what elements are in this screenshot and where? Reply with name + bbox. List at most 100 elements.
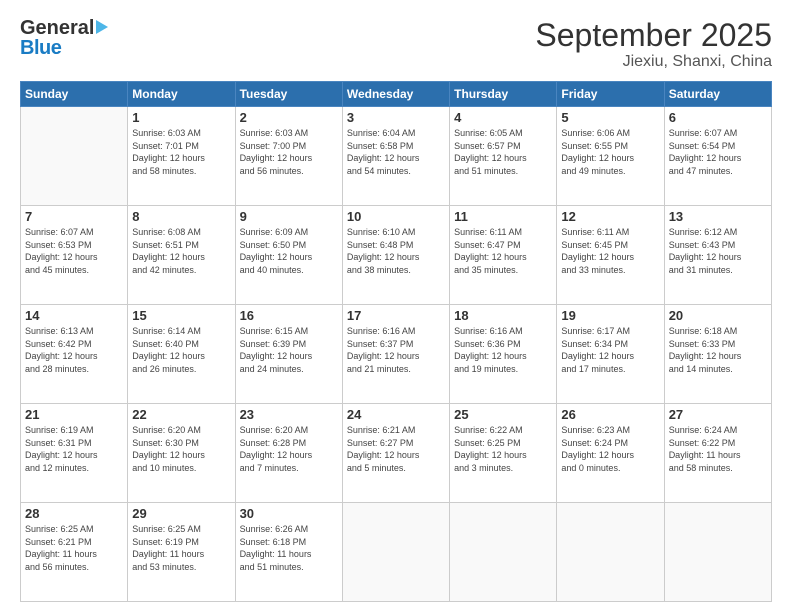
day-info: Sunrise: 6:03 AM Sunset: 7:00 PM Dayligh… (240, 127, 338, 177)
table-row (450, 503, 557, 602)
table-row: 10 Sunrise: 6:10 AM Sunset: 6:48 PM Dayli… (342, 206, 449, 305)
page: General Blue September 2025 Jiexiu, Shan… (0, 0, 792, 612)
logo-blue-text: Blue (20, 38, 114, 58)
day-number: 1 (132, 110, 230, 125)
col-monday: Monday (128, 82, 235, 107)
day-info: Sunrise: 6:03 AM Sunset: 7:01 PM Dayligh… (132, 127, 230, 177)
table-row: 7 Sunrise: 6:07 AM Sunset: 6:53 PM Daylig… (21, 206, 128, 305)
day-number: 8 (132, 209, 230, 224)
calendar-title: September 2025 (535, 18, 772, 53)
day-info: Sunrise: 6:19 AM Sunset: 6:31 PM Dayligh… (25, 424, 123, 474)
day-info: Sunrise: 6:09 AM Sunset: 6:50 PM Dayligh… (240, 226, 338, 276)
day-number: 21 (25, 407, 123, 422)
day-number: 12 (561, 209, 659, 224)
table-row: 14Sunrise: 6:13 AM Sunset: 6:42 PM Dayli… (21, 305, 128, 404)
day-info: Sunrise: 6:23 AM Sunset: 6:24 PM Dayligh… (561, 424, 659, 474)
day-number: 19 (561, 308, 659, 323)
table-row: 8 Sunrise: 6:08 AM Sunset: 6:51 PM Daylig… (128, 206, 235, 305)
title-area: September 2025 Jiexiu, Shanxi, China (535, 18, 772, 71)
day-info: Sunrise: 6:26 AM Sunset: 6:18 PM Dayligh… (240, 523, 338, 573)
day-number: 6 (669, 110, 767, 125)
logo: General Blue (20, 18, 114, 58)
day-info: Sunrise: 6:15 AM Sunset: 6:39 PM Dayligh… (240, 325, 338, 375)
table-row: 30 Sunrise: 6:26 AM Sunset: 6:18 PM Dayli… (235, 503, 342, 602)
day-number: 28 (25, 506, 123, 521)
day-number: 11 (454, 209, 552, 224)
table-row: 18 Sunrise: 6:16 AM Sunset: 6:36 PM Dayli… (450, 305, 557, 404)
day-number: 5 (561, 110, 659, 125)
table-row: 6 Sunrise: 6:07 AM Sunset: 6:54 PM Daylig… (664, 107, 771, 206)
table-row: 1 Sunrise: 6:03 AM Sunset: 7:01 PM Daylig… (128, 107, 235, 206)
table-row: 16 Sunrise: 6:15 AM Sunset: 6:39 PM Dayli… (235, 305, 342, 404)
day-info: Sunrise: 6:12 AM Sunset: 6:43 PM Dayligh… (669, 226, 767, 276)
day-info: Sunrise: 6:17 AM Sunset: 6:34 PM Dayligh… (561, 325, 659, 375)
table-row: 15Sunrise: 6:14 AM Sunset: 6:40 PM Dayli… (128, 305, 235, 404)
table-row: 23 Sunrise: 6:20 AM Sunset: 6:28 PM Dayli… (235, 404, 342, 503)
logo-arrow-icon (96, 20, 114, 34)
table-row: 19 Sunrise: 6:17 AM Sunset: 6:34 PM Dayli… (557, 305, 664, 404)
day-info: Sunrise: 6:08 AM Sunset: 6:51 PM Dayligh… (132, 226, 230, 276)
day-info: Sunrise: 6:05 AM Sunset: 6:57 PM Dayligh… (454, 127, 552, 177)
day-number: 2 (240, 110, 338, 125)
table-row (664, 503, 771, 602)
table-row: 17Sunrise: 6:16 AM Sunset: 6:37 PM Dayli… (342, 305, 449, 404)
calendar-subtitle: Jiexiu, Shanxi, China (535, 53, 772, 71)
day-number: 16 (240, 308, 338, 323)
day-number: 10 (347, 209, 445, 224)
day-number: 26 (561, 407, 659, 422)
table-row: 21 Sunrise: 6:19 AM Sunset: 6:31 PM Dayli… (21, 404, 128, 503)
day-number: 24 (347, 407, 445, 422)
day-number: 23 (240, 407, 338, 422)
day-info: Sunrise: 6:13 AM Sunset: 6:42 PM Dayligh… (25, 325, 123, 375)
day-number: 7 (25, 209, 123, 224)
day-info: Sunrise: 6:25 AM Sunset: 6:19 PM Dayligh… (132, 523, 230, 573)
calendar-week-row: 7 Sunrise: 6:07 AM Sunset: 6:53 PM Daylig… (21, 206, 772, 305)
col-thursday: Thursday (450, 82, 557, 107)
logo-general-text: General (20, 18, 94, 38)
day-number: 22 (132, 407, 230, 422)
table-row: 2 Sunrise: 6:03 AM Sunset: 7:00 PM Daylig… (235, 107, 342, 206)
day-number: 18 (454, 308, 552, 323)
table-row: 26 Sunrise: 6:23 AM Sunset: 6:24 PM Dayli… (557, 404, 664, 503)
day-number: 30 (240, 506, 338, 521)
table-row: 13 Sunrise: 6:12 AM Sunset: 6:43 PM Dayli… (664, 206, 771, 305)
day-info: Sunrise: 6:04 AM Sunset: 6:58 PM Dayligh… (347, 127, 445, 177)
day-info: Sunrise: 6:10 AM Sunset: 6:48 PM Dayligh… (347, 226, 445, 276)
day-info: Sunrise: 6:20 AM Sunset: 6:28 PM Dayligh… (240, 424, 338, 474)
day-info: Sunrise: 6:25 AM Sunset: 6:21 PM Dayligh… (25, 523, 123, 573)
table-row: 9 Sunrise: 6:09 AM Sunset: 6:50 PM Daylig… (235, 206, 342, 305)
day-info: Sunrise: 6:11 AM Sunset: 6:45 PM Dayligh… (561, 226, 659, 276)
day-number: 17 (347, 308, 445, 323)
day-number: 4 (454, 110, 552, 125)
day-number: 29 (132, 506, 230, 521)
calendar-week-row: 21 Sunrise: 6:19 AM Sunset: 6:31 PM Dayli… (21, 404, 772, 503)
calendar-week-row: 1 Sunrise: 6:03 AM Sunset: 7:01 PM Daylig… (21, 107, 772, 206)
day-number: 3 (347, 110, 445, 125)
calendar-table: Sunday Monday Tuesday Wednesday Thursday… (20, 81, 772, 602)
table-row: 12 Sunrise: 6:11 AM Sunset: 6:45 PM Dayli… (557, 206, 664, 305)
table-row: 4 Sunrise: 6:05 AM Sunset: 6:57 PM Daylig… (450, 107, 557, 206)
day-number: 15 (132, 308, 230, 323)
day-number: 9 (240, 209, 338, 224)
day-info: Sunrise: 6:16 AM Sunset: 6:36 PM Dayligh… (454, 325, 552, 375)
table-row: 29 Sunrise: 6:25 AM Sunset: 6:19 PM Dayli… (128, 503, 235, 602)
day-info: Sunrise: 6:21 AM Sunset: 6:27 PM Dayligh… (347, 424, 445, 474)
day-info: Sunrise: 6:07 AM Sunset: 6:54 PM Dayligh… (669, 127, 767, 177)
table-row: 20Sunrise: 6:18 AM Sunset: 6:33 PM Dayli… (664, 305, 771, 404)
day-info: Sunrise: 6:07 AM Sunset: 6:53 PM Dayligh… (25, 226, 123, 276)
table-row (21, 107, 128, 206)
day-number: 13 (669, 209, 767, 224)
day-number: 27 (669, 407, 767, 422)
table-row: 27Sunrise: 6:24 AM Sunset: 6:22 PM Dayli… (664, 404, 771, 503)
day-info: Sunrise: 6:11 AM Sunset: 6:47 PM Dayligh… (454, 226, 552, 276)
table-row: 24 Sunrise: 6:21 AM Sunset: 6:27 PM Dayli… (342, 404, 449, 503)
col-friday: Friday (557, 82, 664, 107)
day-info: Sunrise: 6:06 AM Sunset: 6:55 PM Dayligh… (561, 127, 659, 177)
col-sunday: Sunday (21, 82, 128, 107)
table-row: 3 Sunrise: 6:04 AM Sunset: 6:58 PM Daylig… (342, 107, 449, 206)
calendar-header-row: Sunday Monday Tuesday Wednesday Thursday… (21, 82, 772, 107)
day-number: 25 (454, 407, 552, 422)
day-info: Sunrise: 6:22 AM Sunset: 6:25 PM Dayligh… (454, 424, 552, 474)
day-info: Sunrise: 6:18 AM Sunset: 6:33 PM Dayligh… (669, 325, 767, 375)
calendar-week-row: 14Sunrise: 6:13 AM Sunset: 6:42 PM Dayli… (21, 305, 772, 404)
